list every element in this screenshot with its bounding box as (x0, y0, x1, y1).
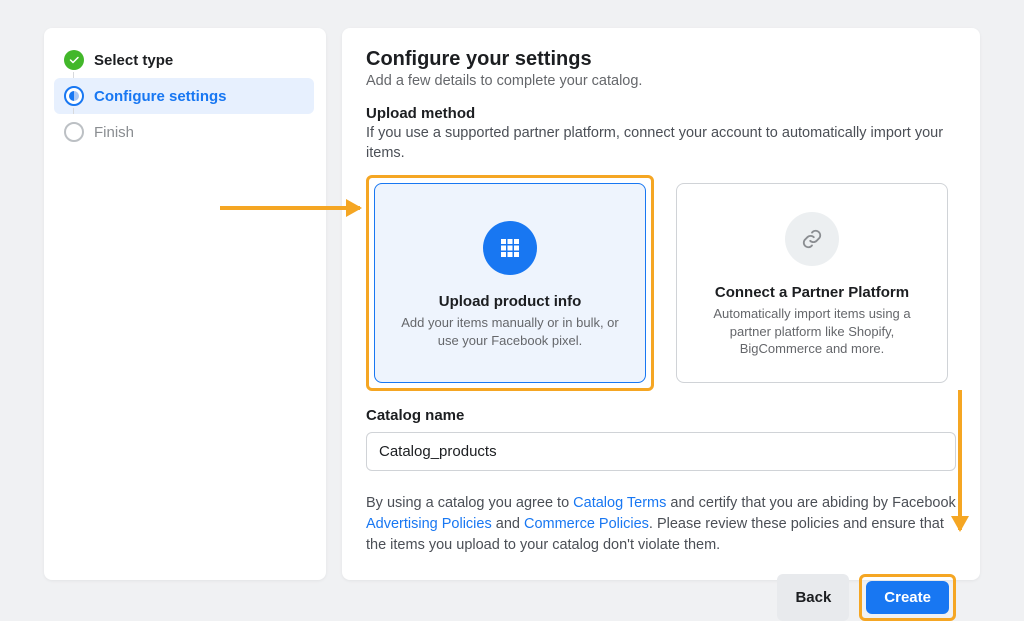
card-desc: Add your items manually or in bulk, or u… (393, 314, 627, 349)
card-upload-product-info[interactable]: Upload product info Add your items manua… (374, 183, 646, 383)
step-configure-settings[interactable]: Configure settings (54, 78, 314, 114)
page-subtitle: Add a few details to complete your catal… (366, 73, 956, 89)
annotation-arrow-to-create-button (958, 390, 962, 530)
steps-sidebar: Select type Configure settings Finish (44, 28, 326, 580)
empty-circle-icon (64, 122, 84, 142)
terms-mid2: and (492, 516, 524, 532)
upload-method-label: Upload method (366, 105, 956, 122)
highlight-box-create: Create (859, 574, 956, 621)
page-layout: Select type Configure settings Finish Co… (0, 0, 1024, 613)
terms-pre: By using a catalog you agree to (366, 495, 573, 511)
step-label: Finish (94, 124, 134, 141)
back-button[interactable]: Back (777, 574, 849, 621)
link-advertising-policies[interactable]: Advertising Policies (366, 516, 492, 532)
upload-method-desc: If you use a supported partner platform,… (366, 124, 956, 163)
link-catalog-terms[interactable]: Catalog Terms (573, 495, 666, 511)
card-title: Upload product info (439, 293, 581, 310)
catalog-name-input[interactable] (366, 432, 956, 471)
upload-method-cards: Upload product info Add your items manua… (366, 175, 956, 391)
page-title: Configure your settings (366, 48, 956, 71)
highlight-box-upload-card: Upload product info Add your items manua… (366, 175, 654, 391)
step-label: Select type (94, 52, 173, 69)
card-wrap-partner: Connect a Partner Platform Automatically… (668, 175, 956, 391)
card-connect-partner[interactable]: Connect a Partner Platform Automatically… (676, 183, 948, 383)
step-finish[interactable]: Finish (54, 114, 314, 150)
half-circle-icon (64, 86, 84, 106)
card-title: Connect a Partner Platform (715, 284, 909, 301)
create-button[interactable]: Create (866, 581, 949, 614)
catalog-name-label: Catalog name (366, 407, 956, 424)
annotation-arrow-to-upload-card (220, 206, 360, 210)
step-label: Configure settings (94, 88, 227, 105)
footer-actions: Back Create (366, 556, 956, 621)
link-icon (785, 212, 839, 266)
terms-mid1: and certify that you are abiding by Face… (666, 495, 955, 511)
card-desc: Automatically import items using a partn… (695, 305, 929, 358)
link-commerce-policies[interactable]: Commerce Policies (524, 516, 649, 532)
terms-text: By using a catalog you agree to Catalog … (366, 493, 956, 556)
configure-panel: Configure your settings Add a few detail… (342, 28, 980, 580)
check-circle-icon (64, 50, 84, 70)
grid-icon (483, 221, 537, 275)
step-select-type[interactable]: Select type (54, 42, 314, 78)
